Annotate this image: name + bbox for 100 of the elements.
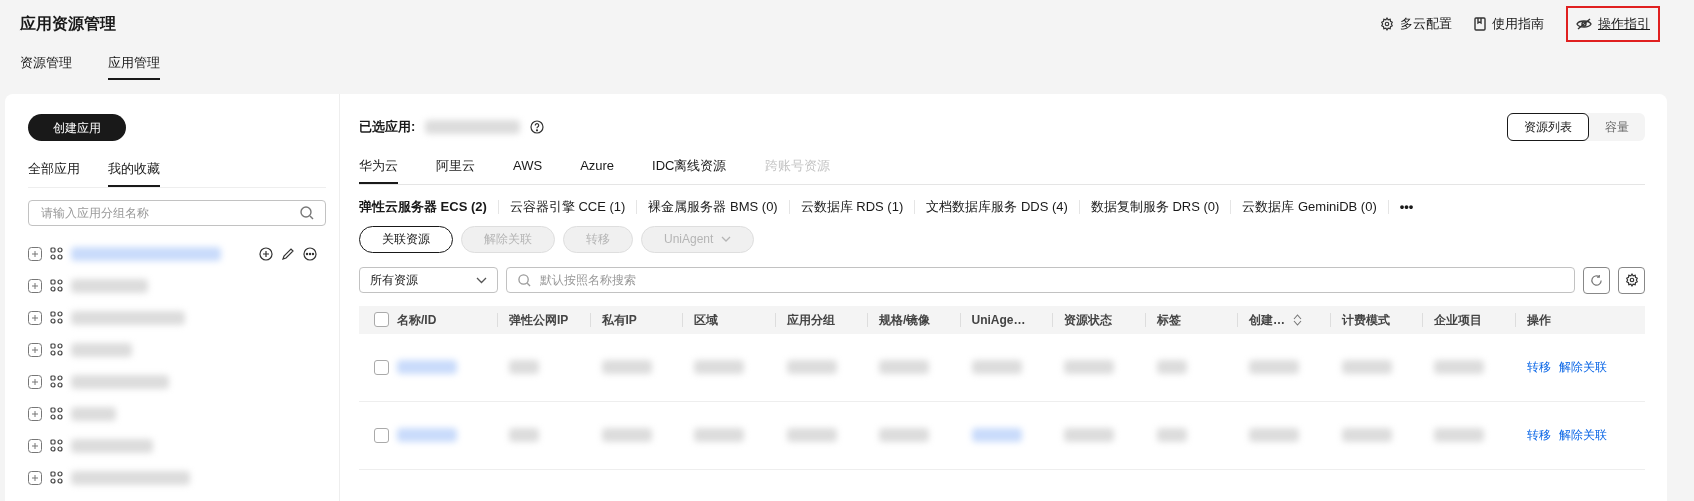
more-icon[interactable] (303, 246, 317, 261)
sidebar-tab[interactable]: 全部应用 (28, 159, 80, 187)
column-header: UniAge… (971, 311, 1026, 329)
resource-filter[interactable]: 所有资源 (359, 267, 498, 293)
main-tab[interactable]: 应用管理 (108, 52, 160, 80)
column-header: 应用分组 (786, 311, 835, 329)
blurred-text (397, 360, 457, 374)
view-tab[interactable]: 资源列表 (1507, 113, 1589, 141)
create-app-button[interactable]: 创建应用 (28, 114, 126, 141)
blurred-text (1156, 428, 1187, 442)
cloud-tab[interactable]: 阿里云 (436, 156, 475, 184)
expand-icon[interactable] (28, 374, 42, 389)
column-header: 操作 (1526, 311, 1551, 329)
row-action-link[interactable]: 解除关联 (1558, 426, 1607, 444)
blurred-text (879, 428, 929, 442)
app-group-icon (50, 279, 63, 292)
blurred-text (786, 428, 837, 442)
sidebar-tab[interactable]: 我的收藏 (108, 159, 160, 187)
refresh-button[interactable] (1583, 266, 1610, 294)
expand-icon[interactable] (28, 470, 42, 485)
page-title: 应用资源管理 (20, 14, 116, 34)
blurred-text (601, 428, 652, 442)
service-tab[interactable]: 云数据库 RDS (1) (800, 196, 904, 217)
column-header: 区域 (694, 311, 718, 329)
action-button[interactable]: 关联资源 (359, 225, 453, 253)
app-group-icon (50, 311, 63, 324)
column-header: 规格/镜像 (879, 311, 931, 329)
app-group-icon (50, 343, 63, 356)
blurred-text (1156, 360, 1187, 374)
eye-icon (1576, 18, 1592, 30)
sort-icon[interactable] (1293, 313, 1302, 326)
app-group-icon (50, 407, 63, 420)
blurred-text (971, 428, 1022, 442)
refresh-icon (1590, 273, 1603, 287)
more-button[interactable]: ••• (1399, 196, 1414, 217)
column-header: 企业项目 (1434, 311, 1482, 329)
blurred-text (694, 360, 744, 374)
blurred-text (509, 360, 539, 374)
search-icon (518, 274, 531, 287)
cloud-tab[interactable]: AWS (513, 156, 543, 184)
column-header: 标签 (1156, 311, 1181, 329)
blurred-text (1249, 360, 1299, 374)
column-header: 计费模式 (1341, 311, 1390, 329)
blurred-text (1434, 428, 1484, 442)
select-all-checkbox[interactable] (374, 312, 389, 327)
settings-icon (1380, 17, 1394, 31)
cloud-tab[interactable]: IDC离线资源 (652, 156, 727, 184)
expand-icon[interactable] (28, 342, 42, 357)
expand-icon[interactable] (28, 406, 42, 421)
row-action-link[interactable]: 转移 (1526, 358, 1551, 376)
header-link[interactable]: 多云配置 (1380, 14, 1452, 34)
row-checkbox[interactable] (374, 427, 389, 443)
search-field[interactable]: 请输入应用分组名称 (28, 199, 326, 226)
expand-icon[interactable] (28, 438, 42, 453)
service-tab[interactable]: 文档数据库服务 DDS (4) (926, 196, 1068, 217)
column-header: 弹性公网IP (509, 311, 569, 329)
search-icon (300, 205, 314, 220)
blurred-text (71, 342, 132, 357)
service-tab[interactable]: 云数据库 GeminiDB (0) (1242, 196, 1377, 217)
expand-icon[interactable] (28, 278, 42, 293)
blurred-text (971, 360, 1022, 374)
app-group-icon (50, 471, 63, 484)
view-tab[interactable]: 容量 (1589, 113, 1645, 141)
column-header: 私有IP (601, 311, 637, 329)
blurred-text (1064, 428, 1114, 442)
settings-button[interactable] (1618, 266, 1645, 294)
blurred-text (1341, 360, 1392, 374)
service-tab[interactable]: 数据复制服务 DRS (0) (1090, 196, 1220, 217)
blurred-text (1249, 428, 1299, 442)
row-checkbox[interactable] (374, 359, 389, 375)
header-link[interactable]: 使用指南 (1474, 14, 1544, 34)
service-tab[interactable]: 弹性云服务器 ECS (2) (359, 196, 487, 217)
blurred-text (509, 428, 539, 442)
main-tab[interactable]: 资源管理 (20, 52, 72, 80)
app-group-icon (50, 375, 63, 388)
row-action-link[interactable]: 解除关联 (1558, 358, 1607, 376)
app-group-icon (50, 439, 63, 452)
column-header: 创建… (1249, 311, 1285, 329)
service-tab[interactable]: 云容器引擎 CCE (1) (509, 196, 626, 217)
resource-search-field[interactable]: 默认按照名称搜索 (506, 267, 1575, 293)
blurred-text (879, 360, 929, 374)
blurred-text (1341, 428, 1392, 442)
column-header: 资源状态 (1064, 311, 1112, 329)
help-icon[interactable] (530, 120, 545, 134)
add-icon[interactable] (259, 246, 273, 261)
column-header: 名称/ID (397, 311, 437, 329)
blurred-text (397, 428, 457, 442)
blurred-text (1064, 360, 1114, 374)
service-tab[interactable]: 裸金属服务器 BMS (0) (648, 196, 778, 217)
cloud-tab[interactable]: 华为云 (359, 156, 398, 184)
row-action-link[interactable]: 转移 (1526, 426, 1551, 444)
header-link[interactable]: 操作指引 (1566, 6, 1660, 42)
cloud-tab[interactable]: Azure (580, 156, 615, 184)
app-group-icon (50, 247, 63, 260)
expand-icon[interactable] (28, 310, 42, 325)
chevron-down-icon (476, 276, 487, 284)
edit-icon[interactable] (281, 246, 295, 261)
expand-icon[interactable] (28, 246, 42, 261)
caret-icon (721, 236, 732, 242)
blurred-text (786, 360, 837, 374)
